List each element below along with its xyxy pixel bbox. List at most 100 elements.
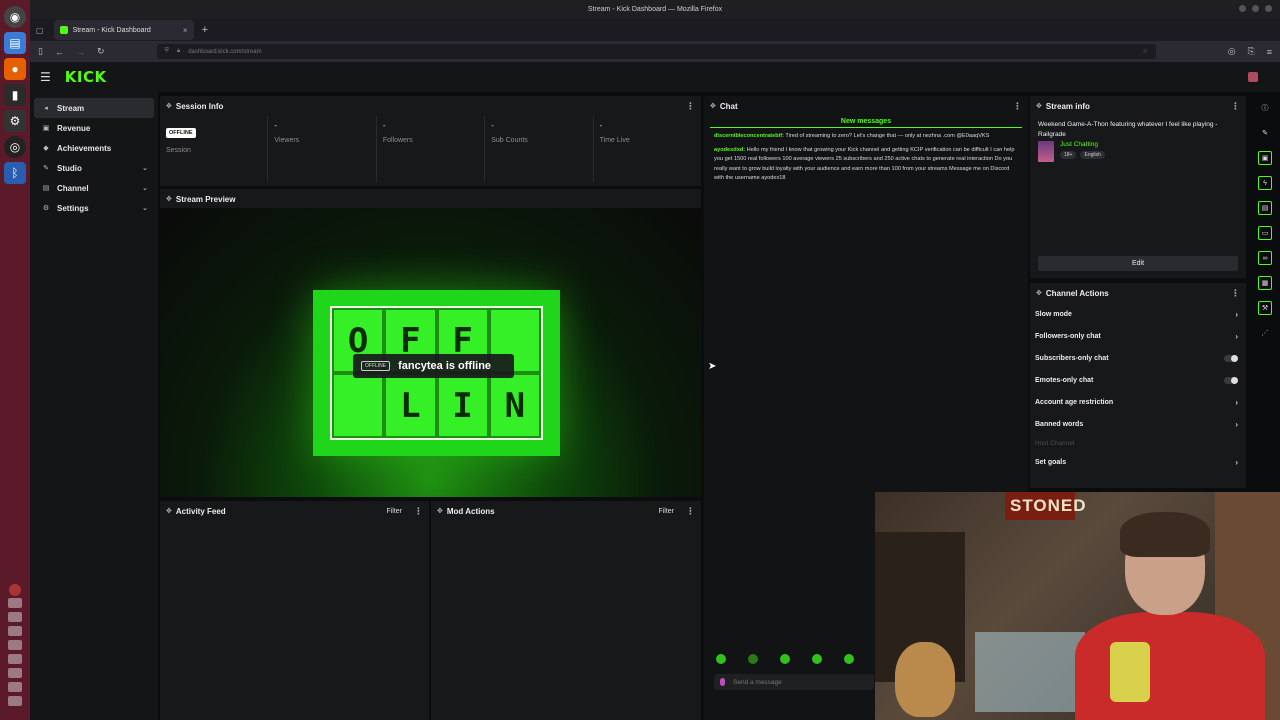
action-set-goals[interactable]: Set goals › xyxy=(1030,451,1246,473)
link-icon[interactable]: ∞ xyxy=(1258,251,1272,265)
forward-icon[interactable]: → xyxy=(76,47,85,57)
stream-preview-video[interactable]: O F F L I N OFFLINE fancytea is offline xyxy=(160,208,701,497)
kebab-menu-icon[interactable]: ⋮ xyxy=(1231,288,1240,299)
microphone-icon[interactable] xyxy=(720,678,725,686)
steam-icon[interactable]: ⚙ xyxy=(4,110,26,132)
sidebar-item-channel[interactable]: ▤ Channel ⌄ xyxy=(30,178,158,198)
chevron-down-icon[interactable]: ⌄ xyxy=(142,204,148,212)
emote-icon[interactable] xyxy=(748,654,758,664)
action-emotes-only[interactable]: Emotes-only chat xyxy=(1030,369,1246,391)
account-icon[interactable]: ◎ xyxy=(1228,46,1236,57)
tray-icon[interactable] xyxy=(8,598,22,608)
sidebar-item-settings[interactable]: ⚙ Settings ⌄ xyxy=(30,198,158,218)
kebab-menu-icon[interactable]: ⋮ xyxy=(1013,101,1022,112)
tray-icon[interactable] xyxy=(8,668,22,678)
emote-icon[interactable] xyxy=(780,654,790,664)
bluetooth-icon[interactable]: ᛒ xyxy=(4,162,26,184)
bookmark-star-icon[interactable]: ☆ xyxy=(1142,48,1147,55)
reload-icon[interactable]: ↻ xyxy=(97,46,105,57)
chevron-right-icon[interactable]: › xyxy=(1235,458,1238,467)
terminal-icon[interactable]: ▮ xyxy=(4,84,26,106)
chat-message[interactable]: discerniblecon­centratebif: Tired of str… xyxy=(704,128,1028,142)
lightning-icon[interactable]: ϟ xyxy=(1258,176,1272,190)
document-icon[interactable]: ▤ xyxy=(1258,201,1272,215)
tray-app-icon[interactable] xyxy=(9,584,21,596)
filter-button[interactable]: Filter xyxy=(386,508,402,515)
sidebar-item-stream[interactable]: ◂ Stream xyxy=(34,98,154,118)
browser-tab[interactable]: Stream - Kick Dashboard × xyxy=(53,20,194,40)
action-followers-only[interactable]: Followers-only chat › xyxy=(1030,325,1246,347)
tab-overview-icon[interactable]: ▢ xyxy=(36,26,44,35)
chevron-down-icon[interactable]: ⌄ xyxy=(142,184,148,192)
chevron-right-icon[interactable]: › xyxy=(1235,420,1238,429)
emote-icon[interactable] xyxy=(812,654,822,664)
toggle-switch[interactable] xyxy=(1224,376,1238,384)
sidebar-toggle-icon[interactable]: ▯ xyxy=(38,46,43,57)
menu-icon[interactable]: ≡ xyxy=(1267,47,1272,57)
url-bar[interactable]: ⛨ 🔒︎ dashboard.kick.com/stream ☆ xyxy=(156,44,1156,59)
tray-icon[interactable] xyxy=(8,682,22,692)
obs-icon[interactable]: ◎ xyxy=(4,136,26,158)
wrench-icon[interactable]: ⚒ xyxy=(1258,301,1272,315)
new-tab-button[interactable]: + xyxy=(202,24,208,36)
tray-icon[interactable] xyxy=(8,640,22,650)
tray-icon[interactable] xyxy=(8,654,22,664)
pencil-icon[interactable]: ✎ xyxy=(1258,126,1272,140)
kebab-menu-icon[interactable]: ⋮ xyxy=(686,506,695,517)
chevron-right-icon[interactable]: › xyxy=(1235,310,1238,319)
kebab-menu-icon[interactable]: ⋮ xyxy=(1231,101,1240,112)
emote-icon[interactable] xyxy=(716,654,726,664)
new-messages-divider[interactable]: New messages xyxy=(710,118,1022,128)
shield-icon[interactable]: ⛨ xyxy=(165,48,170,55)
ubuntu-logo-icon[interactable]: ◉ xyxy=(4,6,26,28)
close-window-button[interactable] xyxy=(1265,5,1272,12)
session-widget-icon[interactable]: ▣ xyxy=(1258,151,1272,165)
files-icon[interactable]: ▤ xyxy=(4,32,26,54)
chat-input[interactable]: Send a message xyxy=(714,674,874,690)
maximize-button[interactable] xyxy=(1252,5,1259,12)
toggle-switch[interactable] xyxy=(1224,354,1238,362)
action-slow-mode[interactable]: Slow mode › xyxy=(1030,303,1246,325)
chat-bubble-icon[interactable]: ▭ xyxy=(1258,226,1272,240)
chat-message[interactable]: ayodexdxd: Hello my friend I know that g… xyxy=(704,142,1028,184)
chat-username[interactable]: ayodexdxd: xyxy=(714,147,745,153)
drag-handle-icon[interactable]: ✥ xyxy=(710,102,716,110)
action-account-age[interactable]: Account age restriction › xyxy=(1030,391,1246,413)
chevron-down-icon[interactable]: ⌄ xyxy=(142,164,148,172)
drag-handle-icon[interactable]: ✥ xyxy=(166,102,172,110)
back-icon[interactable]: ← xyxy=(55,47,64,57)
hamburger-menu-icon[interactable]: ☰ xyxy=(40,70,51,84)
drag-handle-icon[interactable]: ✥ xyxy=(166,507,172,515)
chevron-right-icon[interactable]: › xyxy=(1235,332,1238,341)
drag-handle-icon[interactable]: ✥ xyxy=(166,195,172,203)
drag-handle-icon[interactable]: ✥ xyxy=(437,507,443,515)
firefox-icon[interactable]: ● xyxy=(4,58,26,80)
category-name[interactable]: Just Chatting xyxy=(1060,141,1105,148)
close-tab-icon[interactable]: × xyxy=(183,26,188,35)
tray-icon[interactable] xyxy=(8,696,22,706)
sidebar-item-revenue[interactable]: ▣ Revenue xyxy=(30,118,158,138)
layout-icon[interactable]: ▦ xyxy=(1258,276,1272,290)
info-icon[interactable]: ⓘ xyxy=(1258,101,1272,115)
sidebar-item-achievements[interactable]: ◆ Achievements xyxy=(30,138,158,158)
kebab-menu-icon[interactable]: ⋮ xyxy=(414,506,423,517)
action-banned-words[interactable]: Banned words › xyxy=(1030,413,1246,435)
kebab-menu-icon[interactable]: ⋮ xyxy=(686,101,695,112)
tray-icon[interactable] xyxy=(8,612,22,622)
chat-username[interactable]: discerniblecon­centratebif: xyxy=(714,133,784,139)
filter-button[interactable]: Filter xyxy=(658,508,674,515)
drag-handle-icon[interactable]: ✥ xyxy=(1036,102,1042,110)
emote-icon[interactable] xyxy=(844,654,854,664)
user-avatar[interactable] xyxy=(1248,72,1258,82)
tray-icon[interactable] xyxy=(8,626,22,636)
extensions-icon[interactable]: ⎘ xyxy=(1248,46,1255,57)
kick-logo[interactable]: KICK xyxy=(65,68,107,86)
chevron-right-icon[interactable]: › xyxy=(1235,398,1238,407)
edit-stream-info-button[interactable]: Edit xyxy=(1038,256,1238,271)
share-icon[interactable]: ⋰ xyxy=(1258,326,1272,340)
action-subscribers-only[interactable]: Subscribers-only chat xyxy=(1030,347,1246,369)
minimize-button[interactable] xyxy=(1239,5,1246,12)
sidebar-item-studio[interactable]: ✎ Studio ⌄ xyxy=(30,158,158,178)
lock-icon[interactable]: 🔒︎ xyxy=(177,48,180,55)
drag-handle-icon[interactable]: ✥ xyxy=(1036,289,1042,297)
